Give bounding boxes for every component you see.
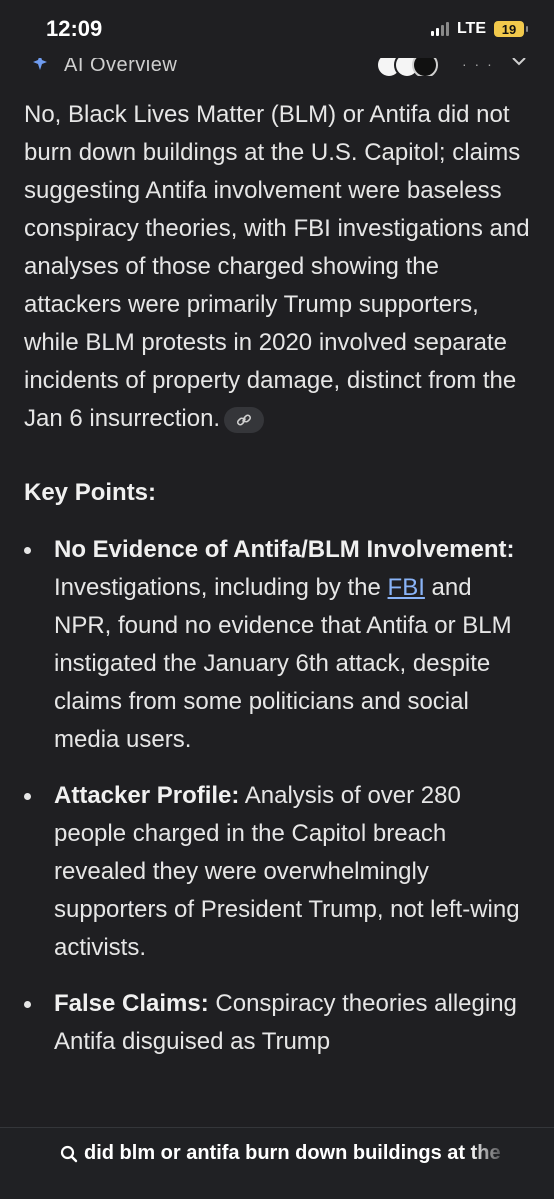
bottom-search-bar[interactable]: did blm or antifa burn down buildings at… — [0, 1127, 554, 1199]
bullet-icon — [24, 547, 31, 554]
summary-paragraph: No, Black Lives Matter (BLM) or Antifa d… — [24, 96, 530, 438]
point-title: Attacker Profile: — [54, 782, 240, 809]
search-query-text: did blm or antifa burn down buildings at… — [84, 1142, 501, 1164]
summary-text: No, Black Lives Matter (BLM) or Antifa d… — [24, 101, 530, 432]
status-time: 12:09 — [46, 16, 103, 41]
battery-level: 19 — [501, 21, 517, 37]
list-item: False Claims: Conspiracy theories allegi… — [24, 985, 530, 1061]
status-indicators: LTE 19 — [430, 20, 528, 38]
more-options-icon[interactable]: · · · — [462, 56, 494, 72]
search-icon — [60, 1145, 78, 1162]
link-icon — [237, 414, 252, 426]
page: 12:09 LTE 19 AI Overview · · · No, Black… — [0, 0, 554, 1199]
signal-strength-icon — [430, 22, 449, 36]
ai-overview-content: No, Black Lives Matter (BLM) or Antifa d… — [24, 96, 530, 1079]
point-title: No Evidence of Antifa/BLM Involvement: — [54, 536, 515, 563]
bullet-icon — [24, 1001, 31, 1008]
bullet-icon — [24, 793, 31, 800]
key-points-list: No Evidence of Antifa/BLM Involvement: I… — [24, 531, 530, 1061]
key-points-heading: Key Points: — [24, 479, 157, 506]
source-link-button[interactable] — [224, 406, 265, 433]
network-type: LTE — [456, 20, 486, 37]
list-item: No Evidence of Antifa/BLM Involvement: I… — [24, 531, 530, 759]
point-text: Investigations, including by the — [54, 574, 388, 601]
point-title: False Claims: — [54, 990, 209, 1017]
list-item: Attacker Profile: Analysis of over 280 p… — [24, 777, 530, 967]
fbi-link[interactable]: FBI — [388, 574, 425, 601]
bottom-search[interactable]: did blm or antifa burn down buildings at… — [60, 1142, 510, 1165]
status-bar: 12:09 LTE 19 — [0, 0, 554, 58]
text-fade — [470, 1138, 510, 1168]
battery-icon: 19 — [494, 21, 528, 37]
